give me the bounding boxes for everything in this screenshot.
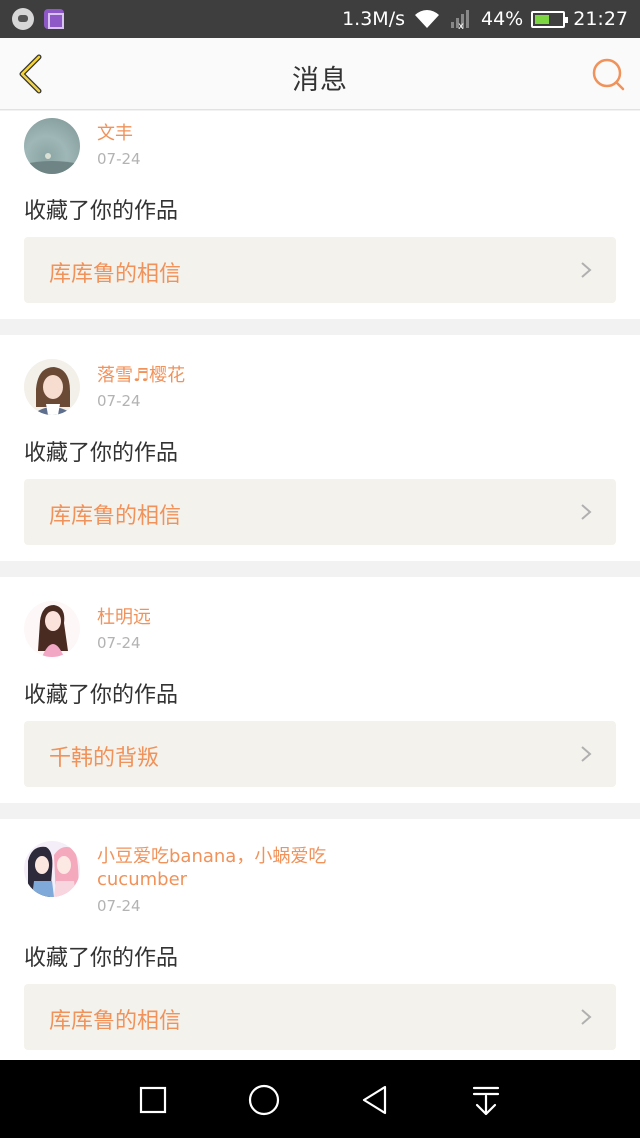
work-title: 千韩的背叛 <box>49 746 160 771</box>
wifi-icon <box>415 10 439 28</box>
work-link[interactable]: 千韩的背叛 <box>24 721 616 787</box>
avatar-image <box>28 846 79 897</box>
work-title: 库库鲁的相信 <box>49 1009 182 1034</box>
avatar[interactable] <box>24 118 80 174</box>
chevron-right-icon <box>581 746 592 762</box>
notification-card: 杜明远 07-24 收藏了你的作品 千韩的背叛 <box>0 577 640 803</box>
recent-apps-icon[interactable] <box>135 1082 171 1118</box>
action-text: 收藏了你的作品 <box>24 946 179 971</box>
user-name[interactable]: 落雪♬樱花 <box>97 364 367 387</box>
avatar-image <box>32 367 74 415</box>
user-name[interactable]: 小豆爱吃banana，小蜗爱吃cucumber <box>97 845 367 891</box>
chevron-right-icon <box>581 262 592 278</box>
signal-icon: x <box>451 10 469 30</box>
work-link[interactable]: 库库鲁的相信 <box>24 479 616 545</box>
screen: 1.3M/s x 44% 21:27 消息 文丰 07-24 收藏了你的作品 库… <box>0 0 640 1138</box>
avatar-image <box>38 605 68 657</box>
app-notification-icon <box>12 8 34 30</box>
notification-drawer-icon[interactable] <box>468 1082 504 1118</box>
notification-card: 落雪♬樱花 07-24 收藏了你的作品 库库鲁的相信 <box>0 335 640 561</box>
action-text: 收藏了你的作品 <box>24 683 179 708</box>
action-text: 收藏了你的作品 <box>24 441 179 466</box>
avatar[interactable] <box>24 601 80 657</box>
gallery-notification-icon <box>44 9 64 29</box>
status-left <box>12 8 64 30</box>
battery-icon <box>531 10 569 28</box>
chevron-right-icon <box>581 1009 592 1025</box>
notification-date: 07-24 <box>97 634 141 652</box>
notification-card: 小豆爱吃banana，小蜗爱吃cucumber 07-24 收藏了你的作品 库库… <box>0 819 640 1079</box>
notification-date: 07-24 <box>97 392 141 410</box>
work-title: 库库鲁的相信 <box>49 504 182 529</box>
status-bar: 1.3M/s x 44% 21:27 <box>0 0 640 38</box>
action-text: 收藏了你的作品 <box>24 199 179 224</box>
notification-list: 文丰 07-24 收藏了你的作品 库库鲁的相信 落雪♬樱花 07-24 收藏了你… <box>0 111 640 1095</box>
work-title: 库库鲁的相信 <box>49 262 182 287</box>
chevron-right-icon <box>581 504 592 520</box>
home-icon[interactable] <box>246 1082 282 1118</box>
system-nav-bar <box>0 1060 640 1138</box>
svg-text:x: x <box>458 21 464 30</box>
work-link[interactable]: 库库鲁的相信 <box>24 237 616 303</box>
work-link[interactable]: 库库鲁的相信 <box>24 984 616 1050</box>
avatar[interactable] <box>24 359 80 415</box>
network-speed: 1.3M/s <box>342 8 405 30</box>
user-name[interactable]: 文丰 <box>97 122 367 145</box>
clock: 21:27 <box>573 8 628 30</box>
status-right: 1.3M/s x 44% 21:27 <box>342 8 628 30</box>
notification-card: 文丰 07-24 收藏了你的作品 库库鲁的相信 <box>0 111 640 319</box>
back-icon[interactable] <box>357 1082 393 1118</box>
search-icon[interactable] <box>590 56 626 92</box>
user-name[interactable]: 杜明远 <box>97 606 367 629</box>
app-header: 消息 <box>0 38 640 110</box>
notification-date: 07-24 <box>97 150 141 168</box>
battery-percent: 44% <box>481 8 524 30</box>
avatar-image <box>24 153 80 174</box>
page-title: 消息 <box>292 65 348 96</box>
notification-date: 07-24 <box>97 897 141 915</box>
avatar[interactable] <box>24 841 80 897</box>
